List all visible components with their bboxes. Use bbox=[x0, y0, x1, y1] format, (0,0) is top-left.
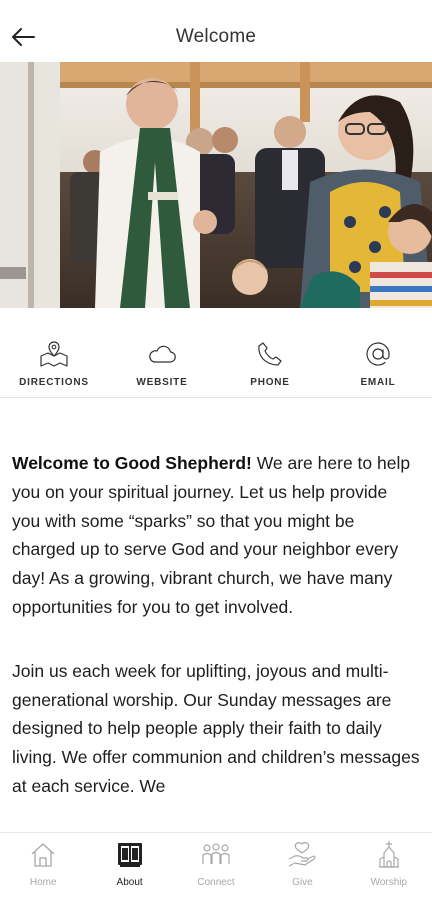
website-button[interactable]: WEBSITE bbox=[108, 308, 216, 397]
at-sign-icon bbox=[366, 342, 390, 366]
phone-label: PHONE bbox=[250, 377, 290, 388]
intro-heading: Welcome to Good Shepherd! bbox=[12, 453, 252, 473]
phone-icon bbox=[258, 342, 282, 366]
intro-paragraph: Welcome to Good Shepherd! We are here to… bbox=[12, 449, 420, 622]
app-header: Welcome bbox=[0, 0, 432, 62]
giving-hand-icon bbox=[289, 841, 317, 867]
worship-paragraph: Join us each week for uplifting, joyous … bbox=[12, 660, 420, 796]
tab-home[interactable]: Home bbox=[0, 833, 86, 900]
bottom-tab-bar: Home About Connect Give Worship bbox=[0, 832, 432, 900]
home-icon bbox=[31, 843, 55, 867]
people-icon bbox=[202, 843, 230, 864]
tab-worship-label: Worship bbox=[370, 877, 408, 888]
cloud-icon bbox=[149, 345, 176, 363]
directions-label: DIRECTIONS bbox=[19, 377, 89, 388]
phone-button[interactable]: PHONE bbox=[216, 308, 324, 397]
intro-text: We are here to help you on your spiritua… bbox=[12, 453, 411, 617]
welcome-content: Welcome to Good Shepherd! We are here to… bbox=[0, 398, 432, 832]
tab-give-label: Give bbox=[292, 877, 313, 888]
email-label: EMAIL bbox=[360, 377, 396, 388]
tab-connect-label: Connect bbox=[197, 877, 235, 888]
directions-button[interactable]: DIRECTIONS bbox=[0, 308, 108, 397]
tab-home-label: Home bbox=[29, 877, 57, 888]
contact-actions: DIRECTIONS WEBSITE PHONE EMAIL bbox=[0, 308, 432, 398]
page-title: Welcome bbox=[175, 26, 257, 47]
tab-worship[interactable]: Worship bbox=[346, 833, 432, 900]
church-icon bbox=[378, 841, 399, 868]
map-pin-icon bbox=[40, 341, 68, 367]
tab-give[interactable]: Give bbox=[259, 833, 345, 900]
book-icon bbox=[117, 843, 142, 867]
hero-photo bbox=[0, 62, 432, 308]
tab-about-label: About bbox=[116, 877, 143, 888]
tab-connect[interactable]: Connect bbox=[173, 833, 259, 900]
tab-about[interactable]: About bbox=[86, 833, 172, 900]
email-button[interactable]: EMAIL bbox=[324, 308, 432, 397]
website-label: WEBSITE bbox=[136, 377, 188, 388]
